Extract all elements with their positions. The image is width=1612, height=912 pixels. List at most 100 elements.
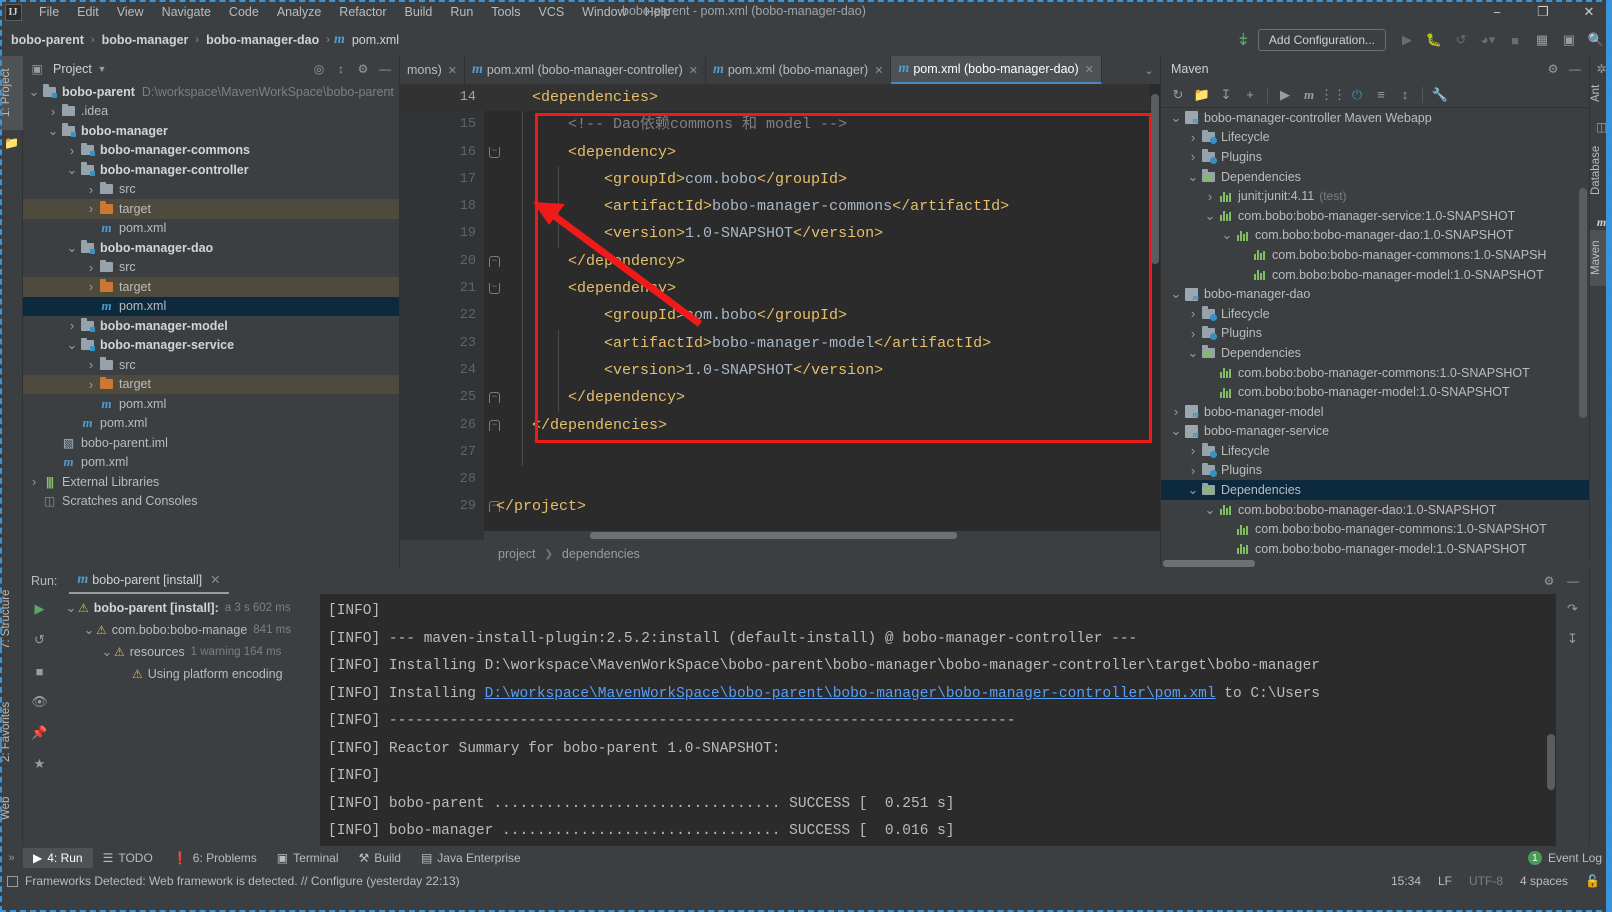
editor-horizontal-scrollbar[interactable] [484, 531, 1160, 540]
gear-icon[interactable]: ⚙ [353, 59, 373, 79]
code-editor[interactable]: 14−1516−17181920−21−22232425−26−272829− … [400, 84, 1160, 540]
editor-tab-bar[interactable]: mons) ✕ m pom.xml (bobo-manager-controller)… [400, 56, 1160, 84]
reload-projects-icon[interactable]: ↻ [1167, 84, 1189, 106]
chevron-right-icon[interactable]: › [1186, 326, 1200, 341]
menu-tools[interactable]: Tools [482, 1, 529, 23]
sidebar-item-structure[interactable]: 7: Structure [0, 574, 23, 664]
code-line[interactable]: <groupId>com.bobo</groupId> [484, 302, 1160, 329]
project-tree-row[interactable]: › bobo-manager-commons [23, 141, 399, 161]
code-line[interactable] [484, 466, 1160, 493]
chevron-down-icon[interactable]: ⌄ [1169, 110, 1183, 126]
code-line[interactable]: </dependency> [484, 384, 1160, 411]
maven-tree-row[interactable]: ⌄ m bobo-manager-controller Maven Webapp [1161, 108, 1589, 128]
gutter-line-number[interactable]: 15 [400, 111, 484, 138]
maven-tree-row[interactable]: com.bobo:bobo-manager-model:1.0-SNAPSHOT [1161, 382, 1589, 402]
gear-icon[interactable]: ⚙ [1539, 571, 1559, 591]
gutter-line-number[interactable]: 24 [400, 357, 484, 384]
breadcrumb-bobo-manager[interactable]: bobo-manager [99, 31, 192, 49]
tab-problems[interactable]: ❗ 6: Problems [163, 848, 267, 868]
tab-build[interactable]: ⚒ Build [349, 848, 411, 868]
project-tree-row[interactable]: ⌄ bobo-parent D:\workspace\MavenWorkSpace\… [23, 82, 399, 102]
project-tree-row[interactable]: › target [23, 199, 399, 219]
maven-tree[interactable]: ⌄ m bobo-manager-controller Maven Webapp › L… [1161, 108, 1589, 567]
project-tree-row[interactable]: m pom.xml [23, 394, 399, 414]
editor-tab[interactable]: mons) ✕ [400, 56, 465, 84]
gutter-line-number[interactable]: 21− [400, 275, 500, 302]
scrollbar-thumb[interactable] [590, 532, 957, 539]
project-tree-row[interactable]: m pom.xml [23, 453, 399, 473]
gutter-line-number[interactable]: 16− [400, 139, 500, 166]
chevron-down-icon[interactable]: ⌄ [1220, 227, 1234, 243]
chevron-down-icon[interactable]: ⌄ [1169, 423, 1183, 439]
maven-tree-row[interactable]: ⌄ m bobo-manager-service [1161, 422, 1589, 442]
maven-tree-row[interactable]: › Plugins [1161, 147, 1589, 167]
hide-panel-icon[interactable]: — [1565, 59, 1585, 79]
code-line[interactable]: <dependency> [484, 275, 1160, 302]
scrollbar-thumb[interactable] [1151, 94, 1159, 264]
chevron-right-icon[interactable]: › [1186, 306, 1200, 321]
run-console-output[interactable]: [INFO] [INFO] --- maven-install-plugin:2.… [320, 594, 1556, 846]
code-line[interactable]: <artifactId>bobo-manager-commons</artifa… [484, 193, 1160, 220]
code-line[interactable]: <dependencies> [484, 84, 1160, 112]
event-log-button[interactable]: Event Log [1548, 851, 1602, 865]
maven-tree-row[interactable]: › Lifecycle [1161, 304, 1589, 324]
build-tree-row[interactable]: ⌄ ⚠ resources 1 warning 164 ms [56, 641, 320, 663]
project-tree-row[interactable]: ⌄ bobo-manager [23, 121, 399, 141]
profile-icon[interactable]: ◕▾ [1476, 28, 1500, 52]
close-icon[interactable]: ✕ [689, 64, 698, 77]
execute-maven-goal-icon[interactable]: m [1298, 84, 1320, 106]
project-tree-row[interactable]: ⌄ bobo-manager-service [23, 336, 399, 356]
breadcrumb-bobo-manager-dao[interactable]: bobo-manager-dao [203, 31, 322, 49]
generate-sources-icon[interactable]: 📁 [1191, 84, 1213, 106]
gutter-line-number[interactable]: 14− [400, 84, 500, 112]
chevron-down-icon[interactable]: ⌄ [46, 123, 60, 139]
menu-build[interactable]: Build [396, 1, 442, 23]
project-tree-row[interactable]: › target [23, 277, 399, 297]
code-line[interactable]: </dependency> [484, 248, 1160, 275]
project-tree-row[interactable]: › src [23, 258, 399, 278]
code-line[interactable]: </dependencies> [484, 412, 1160, 439]
project-tree-row[interactable]: ◫ Scratches and Consoles [23, 492, 399, 512]
gutter-line-number[interactable]: 18 [400, 193, 484, 220]
toggle-skip-tests-icon[interactable]: ⋮⋮ [1320, 84, 1346, 106]
chevron-right-icon[interactable]: › [84, 201, 98, 216]
menu-run[interactable]: Run [441, 1, 482, 23]
code-line[interactable] [484, 439, 1160, 466]
lock-icon[interactable]: 🔓 [1585, 874, 1600, 888]
code-line[interactable]: <groupId>com.bobo</groupId> [484, 166, 1160, 193]
chevron-down-icon[interactable]: ⌄ [1203, 208, 1217, 224]
project-tree-row[interactable]: m pom.xml [23, 414, 399, 434]
breadcrumb-pom-xml[interactable]: pom.xml [349, 31, 402, 49]
chevron-down-icon[interactable]: ⌄ [1186, 482, 1200, 498]
chevron-right-icon[interactable]: › [27, 474, 41, 489]
tab-java-enterprise[interactable]: ▤ Java Enterprise [411, 848, 531, 868]
code-line[interactable]: <!-- Dao依赖commons 和 model --> [484, 111, 1160, 138]
maven-tree-row[interactable]: › Plugins [1161, 461, 1589, 481]
project-tree-row[interactable]: › ||| External Libraries [23, 472, 399, 492]
project-tree-row[interactable]: › .idea [23, 102, 399, 122]
gutter-line-number[interactable]: 23 [400, 330, 484, 357]
debug-icon[interactable]: 🐛 [1422, 28, 1446, 52]
chevron-right-icon[interactable]: › [65, 318, 79, 333]
menu-vcs[interactable]: VCS [529, 1, 573, 23]
status-indent[interactable]: 4 spaces [1520, 874, 1568, 888]
editor-tab[interactable]: m pom.xml (bobo-manager-dao) ✕ [891, 56, 1102, 84]
scroll-to-end-icon[interactable]: ↧ [1561, 628, 1585, 650]
menu-bar[interactable]: File Edit View Navigate Code Analyze Ref… [30, 0, 679, 24]
gutter-line-number[interactable]: 28 [400, 466, 484, 493]
run-with-coverage-icon[interactable]: ↺ [1449, 28, 1473, 52]
gear-icon[interactable]: ⚙ [1543, 59, 1563, 79]
chevron-down-icon[interactable]: ⌄ [27, 84, 41, 100]
gutter-line-number[interactable]: 19 [400, 220, 484, 247]
editor-tab[interactable]: m pom.xml (bobo-manager-controller) ✕ [465, 56, 706, 84]
chevron-down-icon[interactable]: ⌄ [64, 600, 78, 616]
toggle-offline-icon[interactable]: ⏻ [1346, 84, 1368, 106]
chevron-down-icon[interactable]: ⌄ [65, 337, 79, 353]
menu-analyze[interactable]: Analyze [268, 1, 330, 23]
project-tree-row[interactable]: ⌄ bobo-manager-dao [23, 238, 399, 258]
chevron-right-icon[interactable]: › [46, 104, 60, 119]
star-icon[interactable]: ★ [28, 753, 52, 775]
tab-terminal[interactable]: ▣ Terminal [267, 848, 349, 868]
menu-code[interactable]: Code [220, 1, 268, 23]
chevron-down-icon[interactable]: ⌄ [65, 240, 79, 256]
